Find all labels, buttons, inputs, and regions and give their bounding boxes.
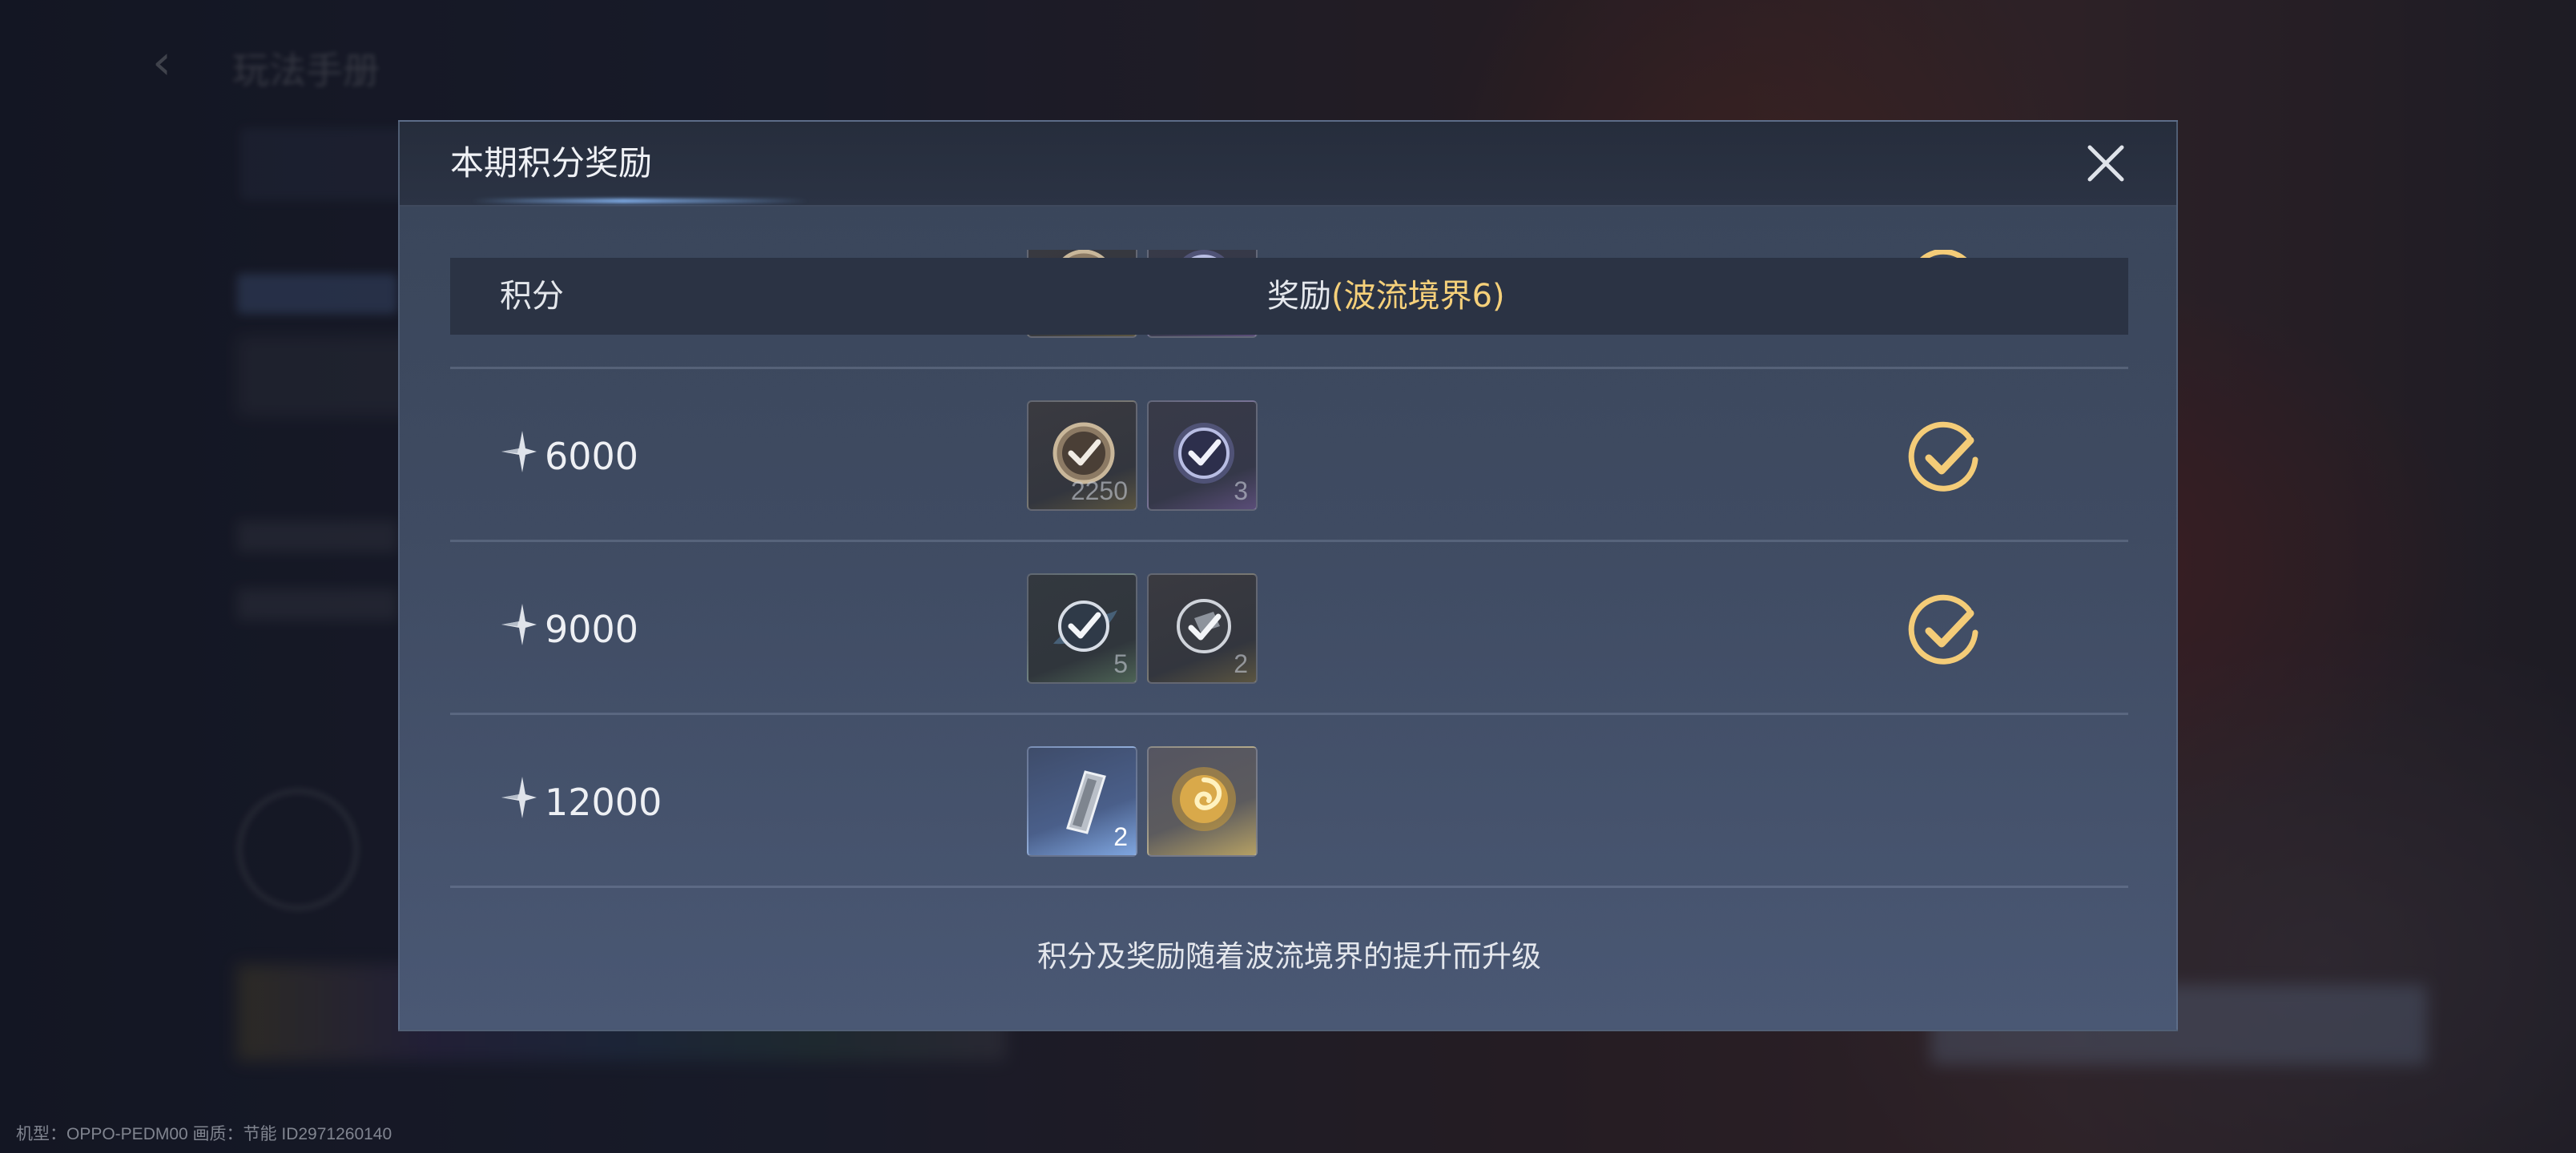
tier-label: (波流境界6) xyxy=(1331,278,1505,315)
ingot-check-icon xyxy=(1164,586,1244,666)
row-points: 12000 xyxy=(498,716,662,888)
points-star-icon xyxy=(498,602,545,656)
dialog-title: 本期积分奖励 xyxy=(450,143,653,183)
points-value: 12000 xyxy=(545,780,662,824)
item-count: 5 xyxy=(1113,649,1128,678)
row-points: 6000 xyxy=(498,370,638,542)
points-value: 6000 xyxy=(545,434,639,478)
row-points: 9000 xyxy=(498,543,638,715)
points-value: 9000 xyxy=(545,607,639,651)
reward-row: 12000 2 xyxy=(450,716,2128,888)
reward-item[interactable]: 2 xyxy=(1147,573,1258,684)
feather-check-icon xyxy=(1044,586,1124,666)
reward-row: 6000 2250 3 xyxy=(450,370,2128,542)
reward-item[interactable]: 5 xyxy=(1027,573,1137,684)
reward-items: 52 xyxy=(1027,573,1258,684)
table-header: 积分 奖励(波流境界6) xyxy=(450,258,2128,335)
points-star-icon xyxy=(498,775,545,829)
orb-check-icon xyxy=(1164,413,1244,493)
device-info: 机型：OPPO-PEDM00 画质：节能 ID2971260140 xyxy=(16,1125,392,1143)
header-glow xyxy=(472,199,808,203)
reward-item[interactable]: 2250 xyxy=(1027,400,1137,511)
reward-header-label: 奖励 xyxy=(1267,278,1331,315)
gold-swirl-icon xyxy=(1164,759,1244,839)
silver-bar-icon xyxy=(1044,759,1124,839)
dialog-header: 本期积分奖励 xyxy=(400,122,2176,207)
reward-items: 2 xyxy=(1027,746,1258,857)
item-count: 3 xyxy=(1234,476,1248,505)
footer-note: 积分及奖励随着波流境界的提升而升级 xyxy=(1037,939,1541,974)
points-column-header: 积分 xyxy=(500,278,564,315)
reward-column-header: 奖励(波流境界6) xyxy=(1267,258,1505,335)
reward-items: 2250 3 xyxy=(1027,400,1258,511)
points-reward-dialog: 本期积分奖励 300022503600022503900052120002积分及… xyxy=(398,120,2178,1031)
reward-item[interactable]: 3 xyxy=(1147,400,1258,511)
claimed-check-icon xyxy=(1906,418,1983,495)
points-star-icon xyxy=(498,429,545,483)
item-count: 2250 xyxy=(1070,476,1128,505)
item-count: 2 xyxy=(1234,649,1248,678)
reward-item[interactable] xyxy=(1147,746,1258,857)
item-count: 2 xyxy=(1113,822,1128,851)
reward-item[interactable]: 2 xyxy=(1027,746,1137,857)
claimed-check-icon xyxy=(1906,591,1983,668)
reward-list[interactable]: 300022503600022503900052120002积分及奖励随着波流境… xyxy=(450,250,2128,1059)
reward-row: 9000 5 2 xyxy=(450,543,2128,715)
close-button[interactable] xyxy=(2082,139,2130,187)
close-icon xyxy=(2087,145,2124,182)
